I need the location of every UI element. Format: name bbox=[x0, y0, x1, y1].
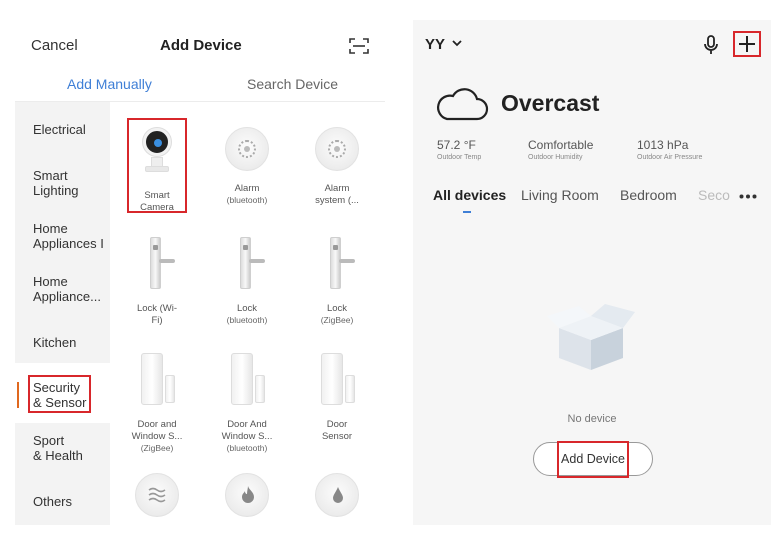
stat-value: Comfortable bbox=[528, 138, 594, 152]
sidebar-item-home-appliances-1[interactable]: Home Appliances I bbox=[33, 221, 104, 251]
device-label: Lock (Wi- Fi) bbox=[136, 303, 178, 326]
device-smart-camera[interactable]: Smart Camera bbox=[122, 124, 192, 214]
home-screen: YY Overcast 57.2 °F Outdoor Temp Comfort… bbox=[413, 20, 771, 525]
stat-value: 57.2 °F bbox=[437, 138, 476, 152]
home-name: YY bbox=[425, 36, 445, 53]
device-door-sensor[interactable]: Door Sensor bbox=[302, 353, 372, 443]
more-icon[interactable] bbox=[739, 194, 757, 199]
category-sidebar: Electrical Smart Lighting Home Appliance… bbox=[15, 102, 110, 525]
empty-state-text: No device bbox=[567, 413, 617, 425]
tab-add-manually[interactable]: Add Manually bbox=[67, 76, 152, 92]
tab-bedroom[interactable]: Bedroom bbox=[620, 187, 677, 203]
alarm-icon bbox=[315, 127, 359, 171]
device-label: Alarm bbox=[234, 183, 260, 194]
tab-search-device[interactable]: Search Device bbox=[247, 76, 338, 92]
page-title: Add Device bbox=[160, 37, 242, 54]
stat-outdoor-air-pressure: 1013 hPa Outdoor Air Pressure bbox=[637, 138, 702, 161]
stat-label: Outdoor Air Pressure bbox=[637, 154, 703, 161]
sidebar-item-security-sensor[interactable]: Security & Sensor bbox=[33, 380, 86, 410]
sidebar-item-others[interactable]: Others bbox=[33, 494, 72, 509]
stat-outdoor-temp: 57.2 °F Outdoor Temp bbox=[437, 138, 481, 161]
flame-icon bbox=[225, 473, 269, 517]
camera-icon bbox=[135, 124, 179, 176]
sidebar-item-kitchen[interactable]: Kitchen bbox=[33, 335, 76, 350]
lock-icon bbox=[330, 237, 355, 289]
door-sensor-icon bbox=[315, 353, 359, 405]
device-label: Lock bbox=[236, 303, 258, 314]
add-icon[interactable] bbox=[733, 31, 761, 57]
stat-outdoor-humidity: Comfortable Outdoor Humidity bbox=[528, 138, 593, 161]
sidebar-item-smart-lighting[interactable]: Smart Lighting bbox=[33, 168, 79, 198]
scan-icon[interactable] bbox=[349, 37, 369, 55]
device-label: Door And Window S... bbox=[221, 419, 273, 442]
device-grid: Smart Camera Alarm (bluetooth) Alarm sys… bbox=[110, 102, 385, 525]
sidebar-item-home-appliances-2[interactable]: Home Appliance... bbox=[33, 274, 101, 304]
cloud-icon bbox=[437, 88, 489, 121]
empty-box-illustration bbox=[547, 304, 635, 370]
device-label: Door and Window S... bbox=[131, 419, 183, 442]
water-drop-icon bbox=[315, 473, 359, 517]
device-sublabel: (bluetooth) bbox=[226, 315, 268, 325]
device-sublabel: (ZigBee) bbox=[140, 443, 174, 453]
door-sensor-icon bbox=[135, 353, 179, 405]
stat-label: Outdoor Humidity bbox=[528, 154, 583, 161]
chevron-down-icon bbox=[452, 40, 462, 47]
cancel-button[interactable]: Cancel bbox=[31, 37, 78, 54]
device-lock-zigbee[interactable]: Lock (ZigBee) bbox=[302, 237, 372, 326]
stat-label: Outdoor Temp bbox=[437, 154, 482, 161]
device-smoke-sensor[interactable] bbox=[212, 470, 282, 520]
device-alarm-system[interactable]: Alarm system (... bbox=[302, 124, 372, 207]
device-label: Alarm system (... bbox=[315, 183, 359, 206]
device-lock-wifi[interactable]: Lock (Wi- Fi) bbox=[122, 237, 192, 327]
active-category-indicator bbox=[17, 382, 19, 408]
device-label: Door Sensor bbox=[321, 419, 353, 442]
tab-living-room[interactable]: Living Room bbox=[521, 187, 599, 203]
waves-icon bbox=[135, 473, 179, 517]
lock-icon bbox=[240, 237, 265, 289]
microphone-icon[interactable] bbox=[703, 35, 719, 55]
device-sublabel: (bluetooth) bbox=[226, 443, 268, 453]
lock-icon bbox=[150, 237, 175, 289]
tab-all-devices[interactable]: All devices bbox=[433, 187, 506, 203]
sidebar-item-electrical[interactable]: Electrical bbox=[33, 122, 86, 137]
stat-value: 1013 hPa bbox=[637, 138, 689, 152]
weather-header: Overcast bbox=[435, 84, 755, 124]
device-label: Lock bbox=[326, 303, 348, 314]
device-sublabel: (ZigBee) bbox=[320, 315, 354, 325]
add-device-button[interactable]: Add Device bbox=[533, 442, 653, 476]
tab-second-room[interactable]: Seco bbox=[698, 187, 730, 203]
device-lock-bluetooth[interactable]: Lock (bluetooth) bbox=[212, 237, 282, 326]
active-tab-indicator bbox=[463, 211, 471, 213]
device-label: Smart Camera bbox=[140, 190, 174, 213]
sidebar-item-sport-health[interactable]: Sport & Health bbox=[33, 433, 83, 463]
room-tabs: All devices Living Room Bedroom Seco bbox=[413, 184, 771, 214]
door-sensor-icon bbox=[225, 353, 269, 405]
device-water-sensor[interactable] bbox=[302, 470, 372, 520]
tab-bar: Add Manually Search Device bbox=[15, 72, 385, 102]
alarm-icon bbox=[225, 127, 269, 171]
home-selector[interactable]: YY bbox=[425, 36, 462, 53]
nav-bar: Cancel Add Device bbox=[15, 20, 385, 72]
weather-condition: Overcast bbox=[501, 90, 600, 116]
device-door-window-bluetooth[interactable]: Door And Window S... (bluetooth) bbox=[212, 353, 282, 454]
device-gas-sensor[interactable] bbox=[122, 470, 192, 520]
device-alarm-bluetooth[interactable]: Alarm (bluetooth) bbox=[212, 124, 282, 206]
device-sublabel: (bluetooth) bbox=[226, 195, 268, 205]
add-device-screen: Cancel Add Device Add Manually Search De… bbox=[15, 20, 385, 525]
device-door-window-zigbee[interactable]: Door and Window S... (ZigBee) bbox=[122, 353, 192, 454]
